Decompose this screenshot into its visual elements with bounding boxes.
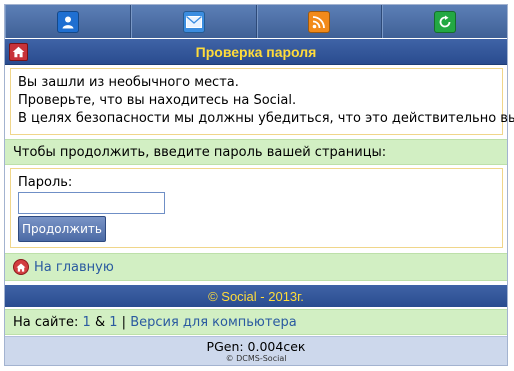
nav-mail-button[interactable] bbox=[130, 5, 257, 38]
home-link[interactable]: На главную bbox=[34, 260, 114, 275]
rss-icon bbox=[308, 10, 331, 33]
desktop-version-link[interactable]: Версия для компьютера bbox=[130, 315, 296, 330]
page-header: Проверка пароля bbox=[5, 39, 507, 65]
user-icon bbox=[56, 10, 79, 33]
password-prompt: Чтобы продолжить, введите пароль вашей с… bbox=[5, 139, 507, 165]
online-bar: На сайте: 1 & 1 | Версия для компьютера bbox=[5, 309, 507, 335]
password-form: Пароль: Продолжить bbox=[10, 168, 503, 248]
online-label: На сайте: bbox=[13, 315, 79, 330]
message-line: В целях безопасности мы должны убедиться… bbox=[18, 111, 514, 126]
password-input[interactable] bbox=[18, 192, 165, 214]
home-icon bbox=[13, 259, 29, 275]
online-count-link[interactable]: 1 bbox=[83, 315, 91, 330]
mail-icon bbox=[182, 10, 205, 33]
top-nav bbox=[5, 5, 507, 38]
pgen-text: PGen: 0.004сек bbox=[206, 339, 306, 354]
home-icon bbox=[12, 46, 25, 58]
message-line: Вы зашли из необычного места. bbox=[18, 75, 239, 90]
page-footer: PGen: 0.004сек © DCMS-Social bbox=[5, 336, 507, 365]
page: Проверка пароля Вы зашли из необычного м… bbox=[4, 4, 514, 366]
continue-button[interactable]: Продолжить bbox=[18, 216, 106, 242]
copyright-bar: © Social - 2013г. bbox=[5, 285, 507, 307]
online-guests-link[interactable]: 1 bbox=[109, 315, 117, 330]
unusual-location-message: Вы зашли из необычного места. Проверьте,… bbox=[10, 68, 514, 135]
cms-credit: © DCMS-Social bbox=[225, 354, 287, 363]
online-separator: | bbox=[121, 315, 127, 330]
nav-profile-button[interactable] bbox=[5, 5, 131, 38]
message-line: Проверьте, что вы находитесь на Social. bbox=[18, 93, 297, 108]
home-link-bar: На главную bbox=[5, 253, 507, 281]
header-home-button[interactable] bbox=[9, 43, 28, 61]
nav-refresh-button[interactable] bbox=[382, 5, 507, 38]
page-title: Проверка пароля bbox=[195, 43, 317, 60]
refresh-icon bbox=[434, 10, 457, 33]
password-label: Пароль: bbox=[18, 175, 73, 190]
nav-rss-button[interactable] bbox=[256, 5, 383, 38]
online-amp: & bbox=[94, 315, 106, 330]
